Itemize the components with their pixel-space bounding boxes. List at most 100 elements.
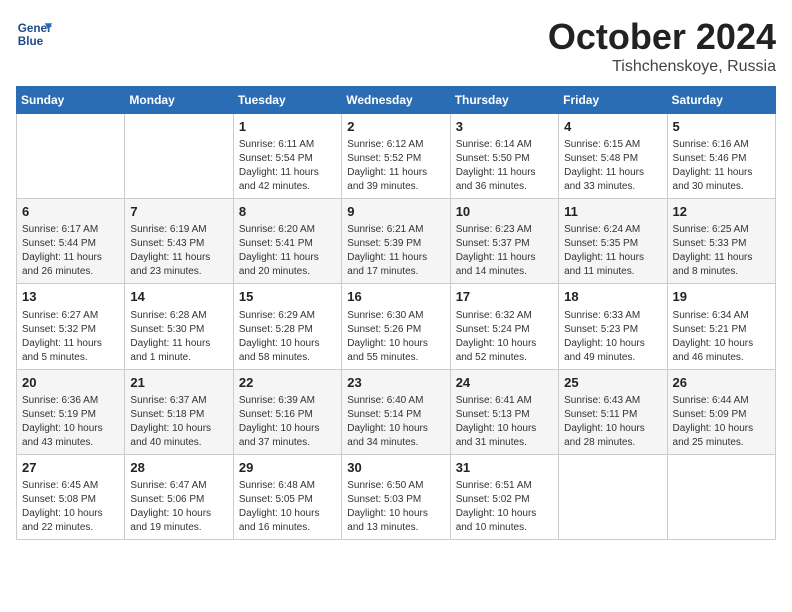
calendar-cell: 25 Sunrise: 6:43 AMSunset: 5:11 PMDayligh… xyxy=(559,369,667,454)
weekday-header: Sunday xyxy=(17,87,125,114)
day-number: 30 xyxy=(347,459,444,477)
calendar-cell: 4Sunrise: 6:15 AMSunset: 5:48 PMDaylight… xyxy=(559,114,667,199)
weekday-header: Tuesday xyxy=(233,87,341,114)
calendar-cell: 3Sunrise: 6:14 AMSunset: 5:50 PMDaylight… xyxy=(450,114,558,199)
calendar-cell: 8 Sunrise: 6:20 AMSunset: 5:41 PMDaylight… xyxy=(233,199,341,284)
calendar-cell: 26Sunrise: 6:44 AMSunset: 5:09 PMDayligh… xyxy=(667,369,775,454)
calendar-cell: 12 Sunrise: 6:25 AMSunset: 5:33 PMDayligh… xyxy=(667,199,775,284)
calendar-cell: 6 Sunrise: 6:17 AMSunset: 5:44 PMDaylight… xyxy=(17,199,125,284)
day-info: Sunrise: 6:39 AMSunset: 5:16 PMDaylight:… xyxy=(239,394,336,450)
day-info: Sunrise: 6:23 AMSunset: 5:37 PMDaylight:… xyxy=(456,223,553,279)
day-number: 31 xyxy=(456,459,553,477)
day-info: Sunrise: 6:12 AMSunset: 5:52 PMDaylight:… xyxy=(347,138,444,194)
calendar-cell: 5Sunrise: 6:16 AMSunset: 5:46 PMDaylight… xyxy=(667,114,775,199)
month-title: October 2024 xyxy=(548,16,776,58)
calendar-cell: 29Sunrise: 6:48 AMSunset: 5:05 PMDayligh… xyxy=(233,454,341,539)
day-info: Sunrise: 6:25 AMSunset: 5:33 PMDaylight:… xyxy=(673,223,770,279)
day-number: 21 xyxy=(130,374,227,392)
calendar-cell: 2 Sunrise: 6:12 AMSunset: 5:52 PMDaylight… xyxy=(342,114,450,199)
day-number: 25 xyxy=(564,374,661,392)
weekday-header: Saturday xyxy=(667,87,775,114)
calendar-cell: 23 Sunrise: 6:40 AMSunset: 5:14 PMDayligh… xyxy=(342,369,450,454)
calendar-week-row: 20 Sunrise: 6:36 AMSunset: 5:19 PMDayligh… xyxy=(17,369,776,454)
weekday-header: Thursday xyxy=(450,87,558,114)
calendar-cell: 30 Sunrise: 6:50 AMSunset: 5:03 PMDayligh… xyxy=(342,454,450,539)
day-number: 14 xyxy=(130,288,227,306)
weekday-header: Monday xyxy=(125,87,233,114)
day-info: Sunrise: 6:27 AMSunset: 5:32 PMDaylight:… xyxy=(22,309,119,365)
day-number: 27 xyxy=(22,459,119,477)
day-info: Sunrise: 6:50 AMSunset: 5:03 PMDaylight:… xyxy=(347,479,444,535)
day-info: Sunrise: 6:43 AMSunset: 5:11 PMDaylight:… xyxy=(564,394,661,450)
weekday-header: Friday xyxy=(559,87,667,114)
day-number: 10 xyxy=(456,203,553,221)
day-info: Sunrise: 6:30 AMSunset: 5:26 PMDaylight:… xyxy=(347,309,444,365)
calendar-cell: 14Sunrise: 6:28 AMSunset: 5:30 PMDayligh… xyxy=(125,284,233,369)
day-number: 2 xyxy=(347,118,444,136)
logo-icon: General Blue xyxy=(16,16,52,52)
calendar-week-row: 6 Sunrise: 6:17 AMSunset: 5:44 PMDaylight… xyxy=(17,199,776,284)
calendar-cell: 22 Sunrise: 6:39 AMSunset: 5:16 PMDayligh… xyxy=(233,369,341,454)
day-info: Sunrise: 6:24 AMSunset: 5:35 PMDaylight:… xyxy=(564,223,661,279)
calendar-cell: 17Sunrise: 6:32 AMSunset: 5:24 PMDayligh… xyxy=(450,284,558,369)
day-info: Sunrise: 6:37 AMSunset: 5:18 PMDaylight:… xyxy=(130,394,227,450)
day-number: 12 xyxy=(673,203,770,221)
day-number: 6 xyxy=(22,203,119,221)
day-info: Sunrise: 6:32 AMSunset: 5:24 PMDaylight:… xyxy=(456,309,553,365)
day-number: 28 xyxy=(130,459,227,477)
day-info: Sunrise: 6:41 AMSunset: 5:13 PMDaylight:… xyxy=(456,394,553,450)
page-header: General Blue October 2024 Tishchenskoye,… xyxy=(16,16,776,76)
day-info: Sunrise: 6:21 AMSunset: 5:39 PMDaylight:… xyxy=(347,223,444,279)
calendar-table: SundayMondayTuesdayWednesdayThursdayFrid… xyxy=(16,86,776,540)
calendar-cell: 28 Sunrise: 6:47 AMSunset: 5:06 PMDayligh… xyxy=(125,454,233,539)
svg-text:Blue: Blue xyxy=(18,35,44,48)
day-number: 18 xyxy=(564,288,661,306)
day-number: 29 xyxy=(239,459,336,477)
day-number: 7 xyxy=(130,203,227,221)
day-number: 20 xyxy=(22,374,119,392)
day-info: Sunrise: 6:34 AMSunset: 5:21 PMDaylight:… xyxy=(673,309,770,365)
calendar-week-row: 1Sunrise: 6:11 AMSunset: 5:54 PMDaylight… xyxy=(17,114,776,199)
day-info: Sunrise: 6:51 AMSunset: 5:02 PMDaylight:… xyxy=(456,479,553,535)
day-info: Sunrise: 6:36 AMSunset: 5:19 PMDaylight:… xyxy=(22,394,119,450)
day-number: 19 xyxy=(673,288,770,306)
calendar-cell: 21 Sunrise: 6:37 AMSunset: 5:18 PMDayligh… xyxy=(125,369,233,454)
calendar-cell: 1Sunrise: 6:11 AMSunset: 5:54 PMDaylight… xyxy=(233,114,341,199)
day-info: Sunrise: 6:19 AMSunset: 5:43 PMDaylight:… xyxy=(130,223,227,279)
day-info: Sunrise: 6:40 AMSunset: 5:14 PMDaylight:… xyxy=(347,394,444,450)
day-info: Sunrise: 6:29 AMSunset: 5:28 PMDaylight:… xyxy=(239,309,336,365)
day-number: 23 xyxy=(347,374,444,392)
day-info: Sunrise: 6:17 AMSunset: 5:44 PMDaylight:… xyxy=(22,223,119,279)
day-number: 3 xyxy=(456,118,553,136)
calendar-cell: 19 Sunrise: 6:34 AMSunset: 5:21 PMDayligh… xyxy=(667,284,775,369)
logo: General Blue xyxy=(16,16,52,52)
day-number: 16 xyxy=(347,288,444,306)
day-info: Sunrise: 6:11 AMSunset: 5:54 PMDaylight:… xyxy=(239,138,336,194)
day-info: Sunrise: 6:33 AMSunset: 5:23 PMDaylight:… xyxy=(564,309,661,365)
calendar-week-row: 13Sunrise: 6:27 AMSunset: 5:32 PMDayligh… xyxy=(17,284,776,369)
day-info: Sunrise: 6:16 AMSunset: 5:46 PMDaylight:… xyxy=(673,138,770,194)
calendar-cell: 7 Sunrise: 6:19 AMSunset: 5:43 PMDaylight… xyxy=(125,199,233,284)
calendar-cell: 27 Sunrise: 6:45 AMSunset: 5:08 PMDayligh… xyxy=(17,454,125,539)
day-info: Sunrise: 6:44 AMSunset: 5:09 PMDaylight:… xyxy=(673,394,770,450)
calendar-cell: 15Sunrise: 6:29 AMSunset: 5:28 PMDayligh… xyxy=(233,284,341,369)
day-number: 11 xyxy=(564,203,661,221)
calendar-cell xyxy=(17,114,125,199)
day-number: 24 xyxy=(456,374,553,392)
day-info: Sunrise: 6:45 AMSunset: 5:08 PMDaylight:… xyxy=(22,479,119,535)
calendar-cell: 11 Sunrise: 6:24 AMSunset: 5:35 PMDayligh… xyxy=(559,199,667,284)
calendar-cell: 16 Sunrise: 6:30 AMSunset: 5:26 PMDayligh… xyxy=(342,284,450,369)
calendar-cell: 10 Sunrise: 6:23 AMSunset: 5:37 PMDayligh… xyxy=(450,199,558,284)
day-number: 22 xyxy=(239,374,336,392)
calendar-cell: 13Sunrise: 6:27 AMSunset: 5:32 PMDayligh… xyxy=(17,284,125,369)
calendar-cell xyxy=(559,454,667,539)
calendar-cell: 31 Sunrise: 6:51 AMSunset: 5:02 PMDayligh… xyxy=(450,454,558,539)
calendar-cell: 20 Sunrise: 6:36 AMSunset: 5:19 PMDayligh… xyxy=(17,369,125,454)
weekday-header-row: SundayMondayTuesdayWednesdayThursdayFrid… xyxy=(17,87,776,114)
day-number: 9 xyxy=(347,203,444,221)
day-number: 8 xyxy=(239,203,336,221)
day-info: Sunrise: 6:47 AMSunset: 5:06 PMDaylight:… xyxy=(130,479,227,535)
location-title: Tishchenskoye, Russia xyxy=(548,58,776,76)
day-info: Sunrise: 6:20 AMSunset: 5:41 PMDaylight:… xyxy=(239,223,336,279)
title-section: October 2024 Tishchenskoye, Russia xyxy=(548,16,776,76)
